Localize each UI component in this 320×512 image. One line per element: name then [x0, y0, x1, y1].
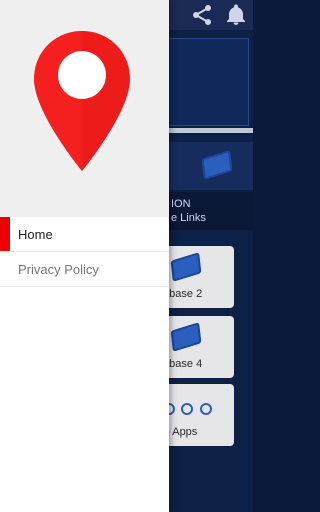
share-icon[interactable]	[190, 3, 214, 27]
menu-item-home[interactable]: Home	[0, 217, 169, 252]
chip-icon	[170, 252, 202, 282]
divider-band	[163, 128, 253, 133]
dot	[199, 403, 212, 415]
navigation-drawer: Home Privacy Policy	[0, 0, 169, 512]
promo-image-panel	[163, 38, 249, 126]
menu-item-label: Home	[18, 227, 53, 242]
dot	[181, 403, 194, 415]
more-apps-dots	[163, 402, 214, 420]
database-2-tile[interactable]: tabase 2	[160, 246, 234, 308]
bell-icon[interactable]	[224, 3, 248, 27]
active-indicator	[0, 217, 10, 251]
menu-item-label: Privacy Policy	[18, 262, 99, 277]
section-line-1: ION	[171, 198, 191, 210]
section-line-2: e Links	[171, 212, 206, 224]
chip-icon	[170, 322, 202, 352]
menu-item-privacy-policy[interactable]: Privacy Policy	[0, 252, 169, 287]
chip-icon	[201, 150, 233, 180]
section-heading: ION e Links	[163, 192, 253, 230]
drawer-header	[0, 0, 169, 217]
location-pin-icon	[34, 31, 130, 171]
chip-banner	[163, 142, 253, 190]
database-4-tile[interactable]: tabase 4	[160, 316, 234, 378]
drawer-menu: Home Privacy Policy	[0, 217, 169, 287]
